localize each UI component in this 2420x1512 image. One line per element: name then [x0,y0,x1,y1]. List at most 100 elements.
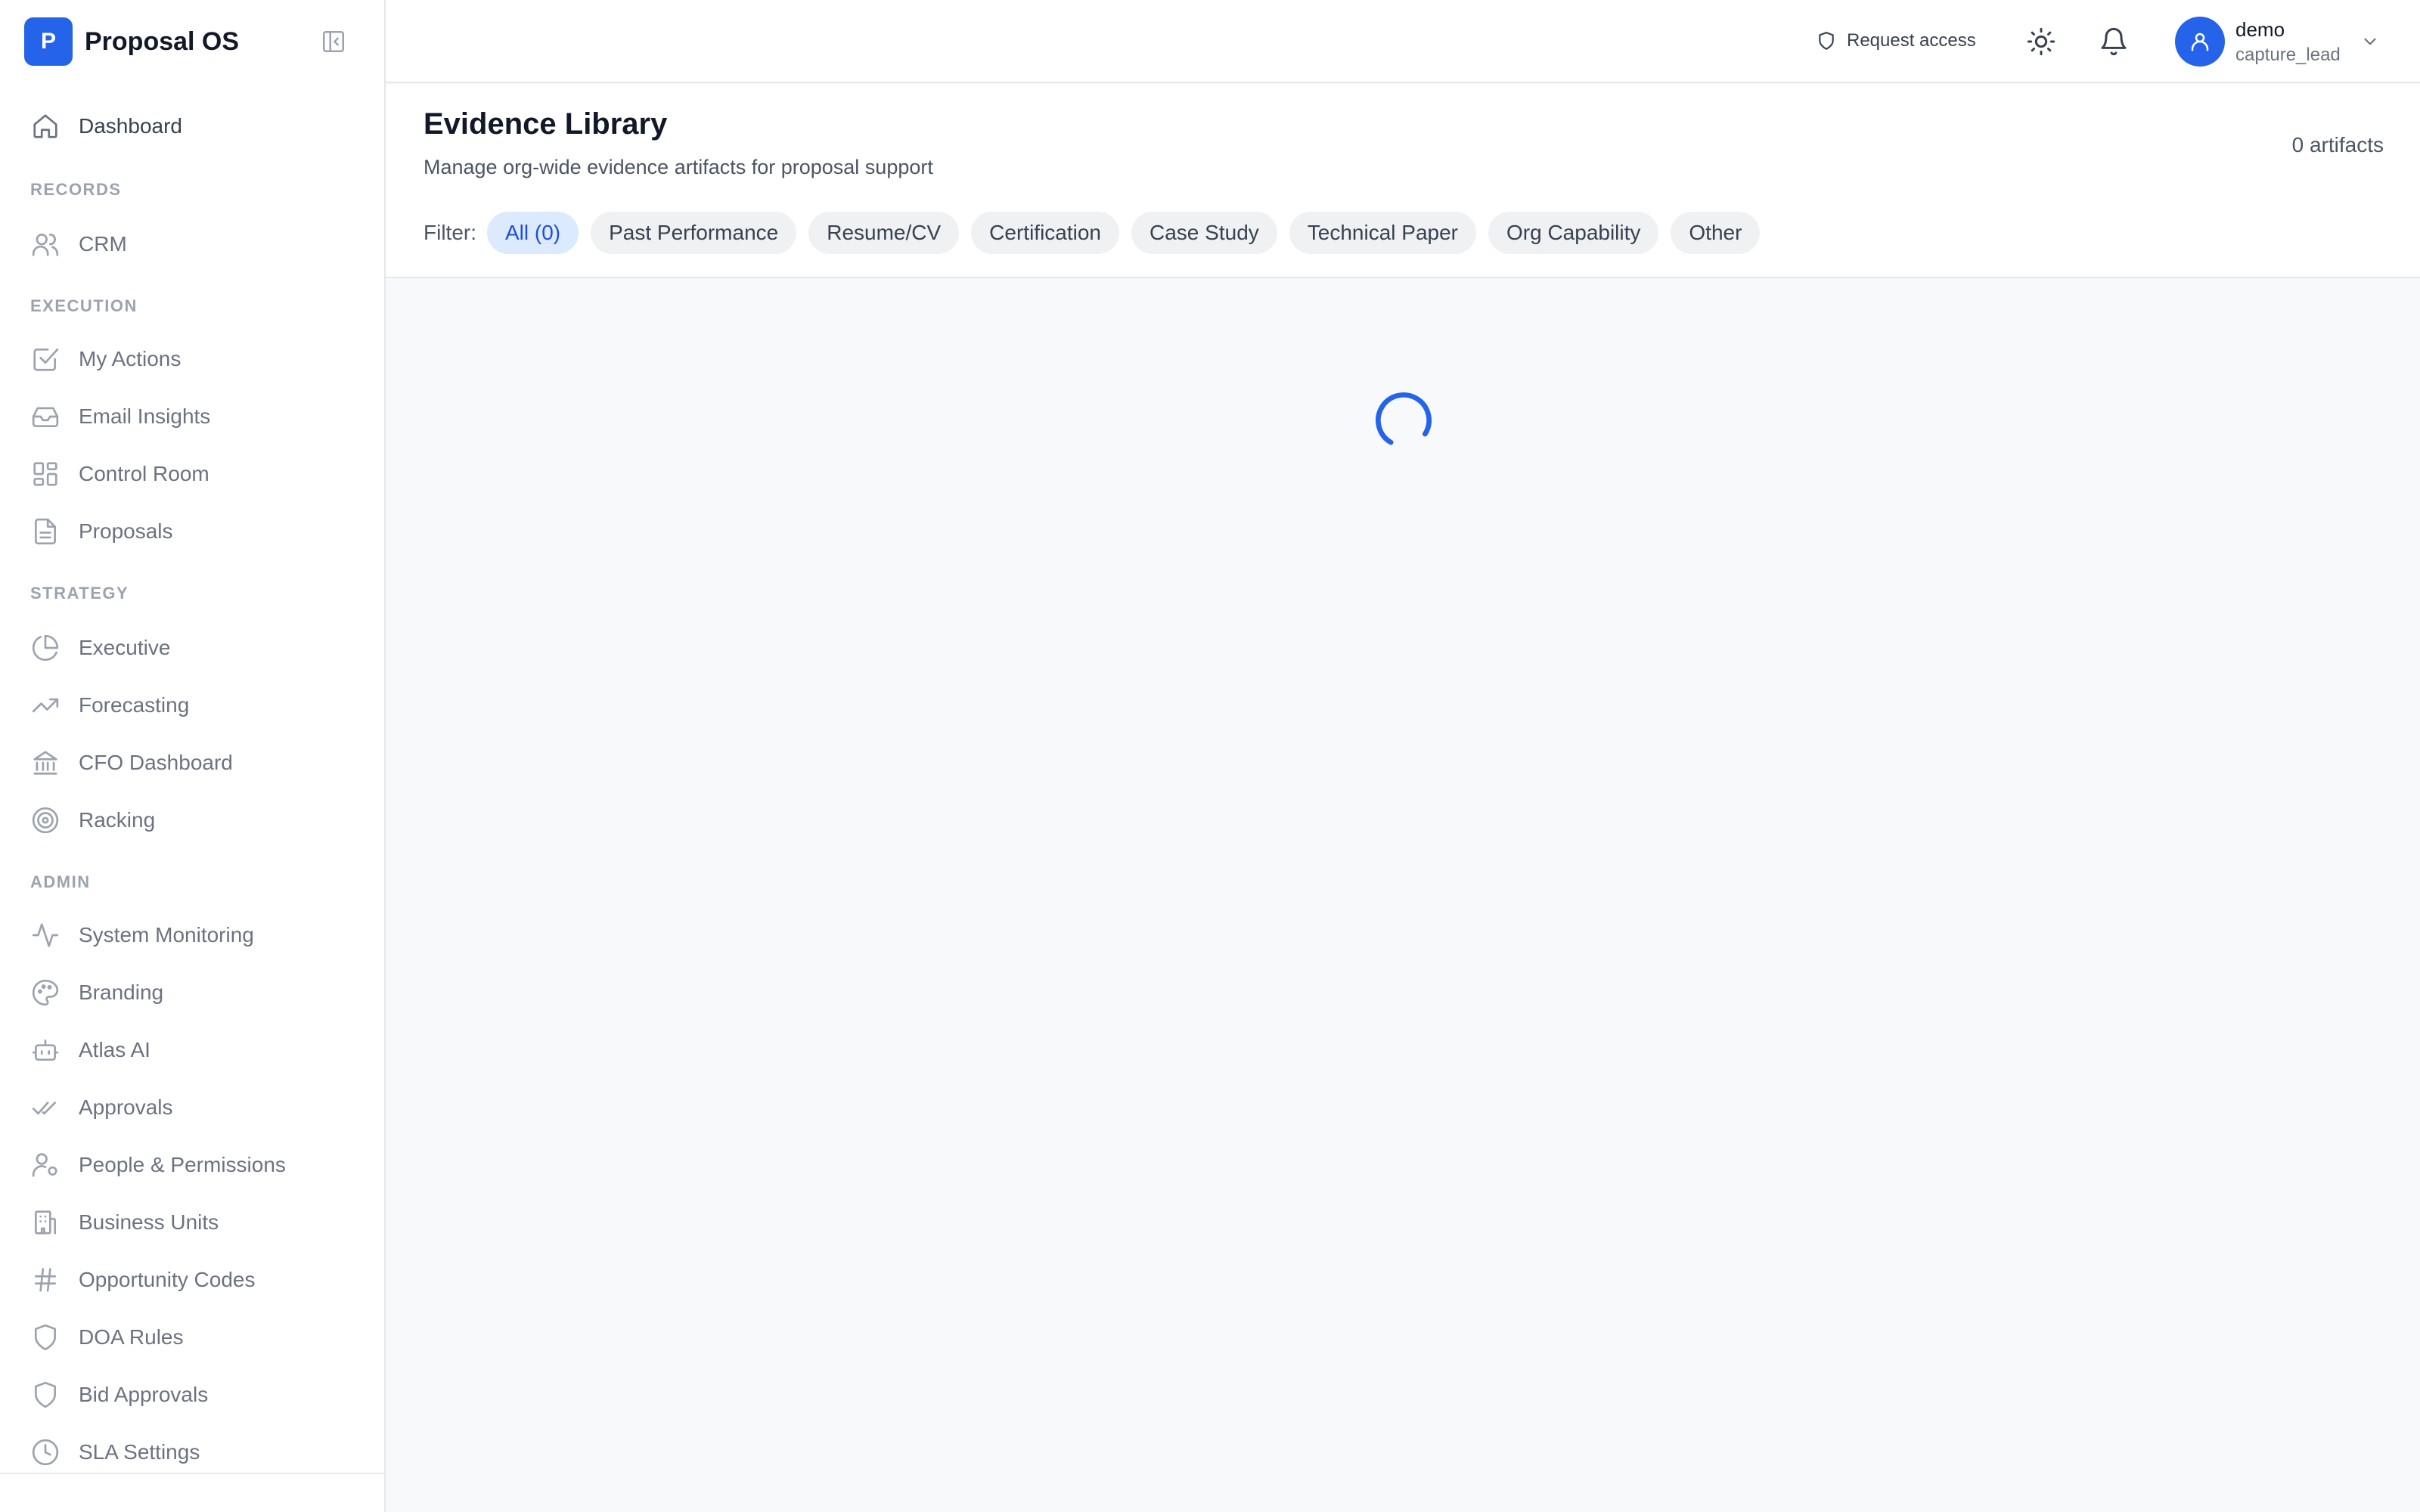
bell-icon [2101,27,2127,56]
sidebar-item-forecasting[interactable]: Forecasting [0,679,384,732]
target-icon [30,805,60,835]
sidebar-item-my-actions[interactable]: My Actions [0,333,384,386]
bot-icon [30,1035,60,1065]
sidebar-item-label: CFO Dashboard [79,751,233,774]
sidebar-item-email-insights[interactable]: Email Insights [0,390,384,443]
trending-up-icon [30,690,60,720]
bank-icon [30,748,60,778]
palette-icon [30,978,60,1008]
filter-chip-past-performance[interactable]: Past Performance [591,212,797,254]
sidebar-item-label: Dashboard [79,114,182,138]
activity-icon [30,920,60,950]
sidebar-item-control-room[interactable]: Control Room [0,448,384,500]
sidebar-item-system-monitoring[interactable]: System Monitoring [0,909,384,962]
sidebar-item-label: Racking [79,808,156,832]
inbox-icon [30,401,60,432]
pie-chart-icon [30,633,60,663]
sidebar-item-label: People & Permissions [79,1153,286,1176]
building-icon [30,1207,60,1238]
sidebar-item-label: Bid Approvals [79,1383,209,1406]
sidebar-item-label: Executive [79,636,171,659]
sidebar-item-label: SLA Settings [79,1440,200,1464]
sidebar-item-proposals[interactable]: Proposals [0,505,384,558]
page-title: Evidence Library [424,107,668,141]
user-info: demo capture_lead [2235,18,2341,66]
sidebar-item-approvals[interactable]: Approvals [0,1081,384,1134]
user-icon [2191,33,2209,51]
sidebar-item-sla-settings[interactable]: SLA Settings [0,1426,384,1479]
sidebar-item-label: Forecasting [79,693,190,717]
page-subtitle: Manage org-wide evidence artifacts for p… [424,156,933,178]
check-square-icon [30,344,60,374]
layout-grid-icon [30,459,60,489]
sidebar-item-label: Opportunity Codes [79,1268,256,1291]
filter-chip-resume-cv[interactable]: Resume/CV [808,212,960,254]
panel-collapse-icon [322,30,345,53]
sidebar-item-label: Branding [79,981,164,1004]
user-name: demo [2235,17,2285,41]
request-access-button[interactable]: Request access [1817,26,1976,56]
brand-name: Proposal OS [85,26,240,56]
filter-chip-all[interactable]: All (0) [487,212,579,254]
sidebar-item-bid-approvals[interactable]: Bid Approvals [0,1368,384,1421]
users-icon [30,229,60,259]
sidebar-item-opportunity-codes[interactable]: Opportunity Codes [0,1253,384,1306]
clock-icon [30,1437,60,1467]
sidebar-item-label: Atlas AI [79,1038,150,1061]
sidebar-item-label: Approvals [79,1095,173,1119]
filter-chip-technical-paper[interactable]: Technical Paper [1289,212,1476,254]
sidebar-item-business-units[interactable]: Business Units [0,1196,384,1249]
artifact-count: 0 artifacts [2291,133,2384,156]
home-icon [30,111,60,141]
request-access-label: Request access [1847,30,1976,51]
user-menu[interactable]: demo capture_lead [2175,14,2380,70]
sidebar-item-doa-rules[interactable]: DOA Rules [0,1311,384,1364]
sidebar-item-label: Control Room [79,462,209,485]
sidebar-item-dashboard[interactable]: Dashboard [0,100,384,153]
sidebar-item-cfo-dashboard[interactable]: CFO Dashboard [0,736,384,789]
filter-chip-certification[interactable]: Certification [971,212,1120,254]
sidebar-item-label: Email Insights [79,404,211,428]
theme-toggle-button[interactable] [2024,24,2059,59]
sidebar-divider [0,1473,384,1474]
sidebar-item-label: My Actions [79,347,182,370]
hash-icon [30,1265,60,1295]
filter-chip-other[interactable]: Other [1671,212,1761,254]
user-cog-icon [30,1150,60,1180]
section-strategy: STRATEGY [30,584,129,603]
double-check-icon [30,1092,60,1123]
sidebar-item-label: Proposals [79,519,173,543]
sidebar-item-executive[interactable]: Executive [0,621,384,674]
section-execution: EXECUTION [30,296,138,315]
brand-logo: P [24,17,73,66]
chevron-down-icon [2364,38,2376,45]
loading-spinner-icon [1376,392,1432,448]
avatar [2175,17,2225,67]
document-icon [30,516,60,547]
sidebar-item-label: System Monitoring [79,923,254,947]
shield-icon [1819,32,1834,50]
sidebar-item-crm[interactable]: CRM [0,218,384,271]
section-admin: ADMIN [30,872,91,891]
sidebar-item-atlas-ai[interactable]: Atlas AI [0,1024,384,1077]
filter-chip-org-capability[interactable]: Org Capability [1488,212,1659,254]
filter-chip-case-study[interactable]: Case Study [1131,212,1277,254]
sidebar-item-label: CRM [79,232,127,256]
filter-label: Filter: [424,221,476,244]
sidebar-item-label: DOA Rules [79,1325,184,1349]
sidebar-item-racking[interactable]: Racking [0,794,384,847]
shield-icon [30,1380,60,1410]
section-records: RECORDS [30,180,122,199]
filter-bar: Filter: All (0) Past Performance Resume/… [424,212,1772,254]
sun-icon [2027,27,2055,56]
sidebar-item-people-permissions[interactable]: People & Permissions [0,1139,384,1191]
top-bar: Request access demo capture_lead [386,0,2420,83]
collapse-sidebar-button[interactable] [319,27,348,56]
user-role: capture_lead [2235,44,2341,65]
sidebar: P Proposal OS Dashboard RECORDS CRM EXEC… [0,0,386,1512]
notifications-button[interactable] [2096,24,2131,59]
brand: P Proposal OS [0,0,384,83]
sidebar-item-branding[interactable]: Branding [0,966,384,1019]
shield-icon [30,1322,60,1352]
page-header: Evidence Library Manage org-wide evidenc… [386,85,2420,278]
